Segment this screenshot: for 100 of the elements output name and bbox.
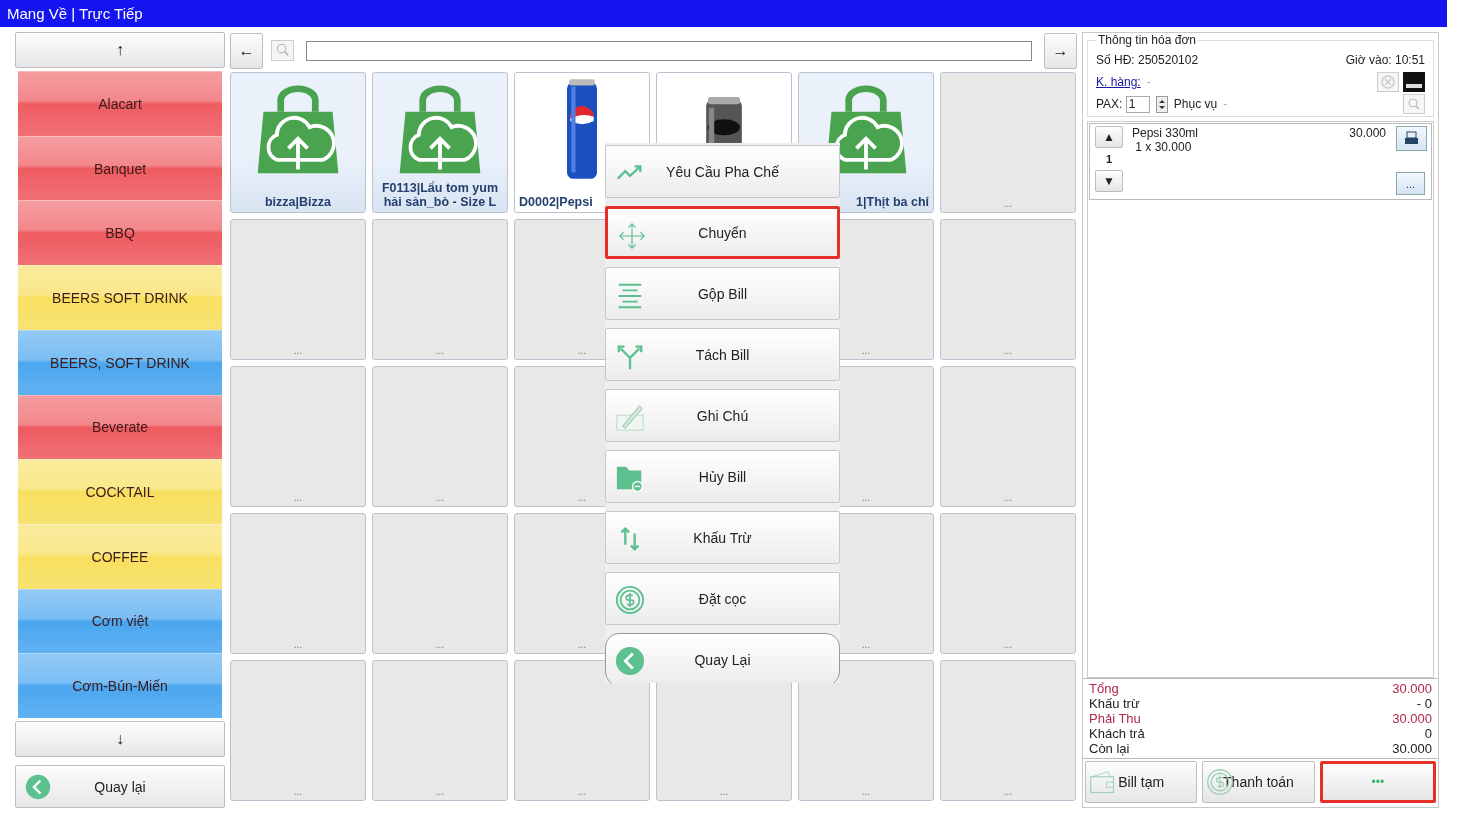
tile-placeholder: ...	[1003, 345, 1013, 358]
empty-tile[interactable]: ...	[940, 219, 1076, 360]
tile-placeholder: ...	[577, 786, 587, 799]
product-name: F0113|Lẩu tom yum hải sản_bò - Size L	[380, 181, 499, 211]
pay-button[interactable]: Thanh toán	[1202, 761, 1315, 803]
invoice-number: Số HĐ: 250520102	[1096, 53, 1199, 67]
empty-tile[interactable]: ...	[372, 660, 508, 801]
move-icon	[617, 221, 647, 251]
empty-tile[interactable]: ...	[940, 366, 1076, 507]
item-name: Pepsi 330ml	[1132, 126, 1200, 140]
total-value: 30.000	[1392, 711, 1432, 726]
quantity: 1	[1105, 152, 1113, 167]
empty-tile[interactable]: ...	[372, 219, 508, 360]
total-value: 0	[1424, 726, 1432, 741]
menu-item[interactable]: Hủy Bill	[605, 450, 840, 503]
empty-tile[interactable]: ...	[230, 219, 366, 360]
total-label: Tổng	[1089, 681, 1119, 696]
scroll-down-button[interactable]: ↓	[15, 720, 225, 758]
product-tile[interactable]: F0113|Lẩu tom yum hải sản_bò - Size L	[372, 72, 508, 213]
empty-tile[interactable]: ...	[230, 513, 366, 654]
total-value: 30.000	[1392, 741, 1432, 756]
tile-placeholder: ...	[861, 492, 871, 505]
decrease-button[interactable]: ▼	[1095, 170, 1123, 192]
menu-item[interactable]: Khấu Trừ	[605, 511, 840, 564]
tile-placeholder: ...	[293, 345, 303, 358]
search-field[interactable]	[306, 40, 1032, 61]
empty-tile[interactable]: ...	[372, 513, 508, 654]
category-button[interactable]: BBQ	[18, 200, 222, 266]
empty-tile[interactable]: ...	[230, 660, 366, 801]
tile-placeholder: ...	[1003, 492, 1013, 505]
empty-tile[interactable]: ...	[372, 366, 508, 507]
back-icon	[615, 646, 645, 676]
empty-tile[interactable]: ...	[940, 72, 1076, 213]
product-tile[interactable]: bizza|Bizza	[230, 72, 366, 213]
product-name: D0002|Pepsi	[518, 195, 594, 211]
back-button[interactable]: Quay lại	[15, 765, 225, 808]
check-in-time: Giờ vào: 10:51	[1345, 53, 1425, 67]
category-button[interactable]: COFFEE	[18, 523, 222, 589]
server-value: -	[1223, 97, 1228, 111]
tile-placeholder: ...	[293, 786, 303, 799]
menu-item[interactable]: Đặt cọc	[605, 572, 840, 625]
category-button[interactable]: Beverate	[18, 394, 222, 460]
window-title: Mang Về | Trực Tiếp	[0, 0, 1447, 27]
empty-tile[interactable]: ...	[798, 660, 934, 801]
scroll-up-button[interactable]: ↑	[15, 32, 225, 69]
product-name: 1|Thịt ba chỉ	[855, 195, 930, 211]
tile-placeholder: ...	[861, 639, 871, 652]
pen-cheque-icon	[615, 402, 645, 432]
next-button[interactable]: →	[1044, 32, 1077, 69]
category-button[interactable]: Banquet	[18, 135, 222, 201]
menu-item[interactable]: Ghi Chú	[605, 389, 840, 442]
total-value: - 0	[1416, 696, 1432, 711]
tile-placeholder: ...	[1003, 786, 1013, 799]
empty-tile[interactable]: ...	[514, 660, 650, 801]
card-icon[interactable]	[1403, 72, 1425, 92]
category-button[interactable]: BEERS, SOFT DRINK	[18, 329, 222, 395]
temp-bill-button[interactable]: Bill tạm	[1085, 761, 1198, 803]
menu-item[interactable]: Gộp Bill	[605, 267, 840, 320]
category-button[interactable]: BEERS SOFT DRINK	[18, 265, 222, 330]
tile-placeholder: ...	[861, 345, 871, 358]
tile-placeholder: ...	[435, 492, 445, 505]
empty-tile[interactable]: ...	[940, 660, 1076, 801]
pax-field[interactable]: 1	[1125, 95, 1150, 113]
menu-item[interactable]: Tách Bill	[605, 328, 840, 381]
empty-tile[interactable]: ...	[940, 513, 1076, 654]
server-label: Phục vụ	[1173, 97, 1218, 111]
printer-icon[interactable]	[1396, 126, 1427, 151]
increase-button[interactable]: ▲	[1095, 126, 1123, 148]
product-name: bizza|Bizza	[264, 195, 332, 211]
customer-value: -	[1146, 75, 1151, 89]
tile-placeholder: ...	[577, 345, 587, 358]
tile-placeholder: ...	[435, 345, 445, 358]
customer-link[interactable]: K. hàng:	[1096, 75, 1141, 89]
category-button[interactable]: COCKTAIL	[18, 459, 222, 524]
tile-placeholder: ...	[435, 786, 445, 799]
wallet-icon	[1089, 768, 1117, 796]
spinner-icon[interactable]	[1155, 95, 1168, 113]
tile-placeholder: ...	[577, 639, 587, 652]
pax-label: PAX:	[1096, 97, 1123, 111]
total-label: Khấu trừ	[1089, 696, 1140, 711]
empty-tile[interactable]: ...	[230, 366, 366, 507]
category-button[interactable]: Alacart	[18, 71, 222, 136]
category-button[interactable]: Cơm-Bún-Miến	[18, 653, 222, 718]
menu-item[interactable]: Yêu Cầu Pha Chế	[605, 145, 840, 198]
tile-placeholder: ...	[435, 639, 445, 652]
more-button[interactable]: ...	[1396, 172, 1425, 195]
item-detail: 1 x 30.000	[1134, 140, 1193, 154]
menu-item[interactable]: Chuyển	[605, 206, 840, 259]
menu-item[interactable]: Quay Lại	[605, 633, 840, 683]
tile-placeholder: ...	[861, 786, 871, 799]
tile-placeholder: ...	[293, 492, 303, 505]
total-label: Còn lại	[1089, 741, 1130, 756]
category-button[interactable]: Cơm việt	[18, 588, 222, 654]
tile-placeholder: ...	[293, 639, 303, 652]
tile-placeholder: ...	[577, 492, 587, 505]
order-item[interactable]: ▲ 1 ▼ Pepsi 330ml 1 x 30.000 30.000 ...	[1089, 123, 1432, 200]
previous-button[interactable]: ←	[230, 32, 263, 69]
back-icon	[25, 773, 51, 800]
total-label: Khách trả	[1089, 726, 1145, 741]
total-value: 30.000	[1392, 681, 1432, 696]
